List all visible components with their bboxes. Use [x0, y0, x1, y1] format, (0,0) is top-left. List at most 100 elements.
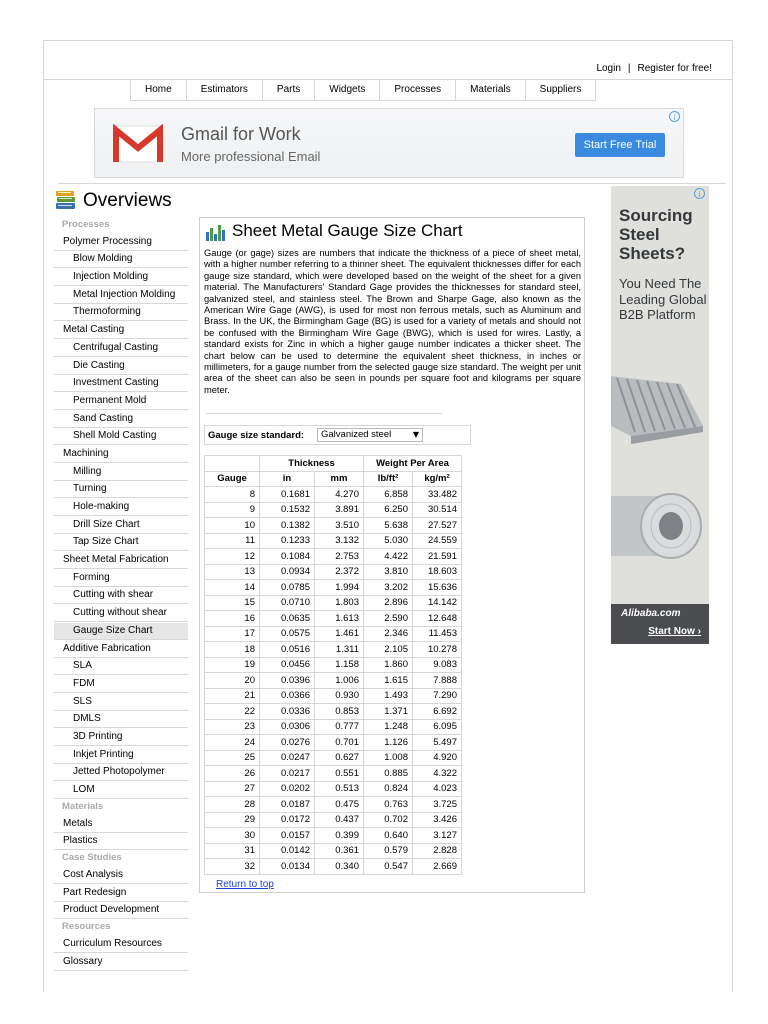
sidebar-item-shell-mold-casting[interactable]: Shell Mold Casting: [54, 428, 188, 446]
sidebar-item-additive-fabrication[interactable]: Additive Fabrication: [54, 641, 188, 658]
table-row: 25 0.0247 0.627 1.008 4.920: [204, 749, 462, 766]
sidebar-item-tap-size-chart[interactable]: Tap Size Chart: [54, 534, 188, 552]
sidebar-item-metal-casting[interactable]: Metal Casting: [54, 322, 188, 340]
table-cell: 15: [204, 594, 260, 611]
table-cell: 18: [204, 641, 260, 658]
table-cell: 1.613: [314, 610, 364, 627]
sidebar-item-cutting-with-shear[interactable]: Cutting with shear: [54, 587, 188, 605]
table-cell: 0.0635: [259, 610, 315, 627]
table-cell: 21.591: [412, 548, 462, 565]
sidebar-item-forming[interactable]: Forming: [54, 570, 188, 587]
nav-materials[interactable]: Materials: [456, 79, 526, 101]
table-cell: 22: [204, 703, 260, 720]
sidebar-item-centrifugal-casting[interactable]: Centrifugal Casting: [54, 340, 188, 357]
table-cell: 4.422: [363, 548, 413, 565]
page-title: Sheet Metal Gauge Size Chart: [232, 221, 463, 240]
sidebar-item-fdm[interactable]: FDM: [54, 676, 188, 693]
sidebar-item-cost-analysis[interactable]: Cost Analysis: [54, 867, 188, 885]
banner-ad-title: Gmail for Work: [181, 124, 301, 144]
sidebar-item-3d-printing[interactable]: 3D Printing: [54, 729, 188, 746]
sidebar-item-sls[interactable]: SLS: [54, 694, 188, 711]
sidebar-item-lom[interactable]: LOM: [54, 782, 188, 799]
overviews-title: Overviews: [83, 190, 172, 211]
gauge-standard-value: Galvanized steel: [321, 429, 392, 440]
sidebar-item-part-redesign[interactable]: Part Redesign: [54, 885, 188, 902]
table-row: 10 0.1382 3.510 5.638 27.527: [204, 517, 462, 534]
sidebar-item-milling[interactable]: Milling: [54, 464, 188, 481]
login-link[interactable]: Login: [596, 63, 620, 74]
table-cell: 0.0396: [259, 672, 315, 689]
ad-info-icon[interactable]: i: [669, 111, 680, 122]
table-cell: 2.828: [412, 842, 462, 859]
banner-ad[interactable]: Gmail for Work More professional Email S…: [94, 108, 684, 178]
table-cell: 0.0934: [259, 563, 315, 580]
sidebar-section-label: Case Studies: [62, 852, 122, 864]
sidebar-item-sla[interactable]: SLA: [54, 658, 188, 676]
sidebar-item-permanent-mold[interactable]: Permanent Mold: [54, 393, 188, 410]
table-row: 22 0.0336 0.853 1.371 6.692: [204, 703, 462, 720]
sidebar: Processes Polymer Processing Blow Molding I…: [54, 217, 188, 971]
sidebar-item-gauge-size-chart[interactable]: Gauge Size Chart: [54, 622, 188, 640]
table-cell: 0.0306: [259, 718, 315, 735]
sidebar-item-inkjet-printing[interactable]: Inkjet Printing: [54, 747, 188, 764]
nav-parts[interactable]: Parts: [262, 79, 316, 101]
table-cell: 0.0217: [259, 765, 315, 782]
sidebar-item-die-casting[interactable]: Die Casting: [54, 358, 188, 375]
sidebar-item-metals[interactable]: Metals: [54, 816, 188, 833]
sidebar-item-product-development[interactable]: Product Development: [54, 902, 188, 920]
page-frame: Login | Register for free! Home Estimators…: [43, 40, 733, 992]
register-link[interactable]: Register for free!: [638, 63, 712, 74]
table-cell: 0.0456: [259, 656, 315, 673]
start-free-trial-button[interactable]: Start Free Trial: [575, 133, 665, 157]
sidebar-item-turning[interactable]: Turning: [54, 481, 188, 499]
sidebar-item-hole-making[interactable]: Hole-making: [54, 499, 188, 516]
sidebar-item-curriculum-resources[interactable]: Curriculum Resources: [54, 936, 188, 954]
ad-info-icon[interactable]: i: [694, 188, 705, 199]
sidebar-item-sand-casting[interactable]: Sand Casting: [54, 411, 188, 428]
sidebar-item-blow-molding[interactable]: Blow Molding: [54, 251, 188, 269]
table-row: 15 0.0710 1.803 2.896 14.142: [204, 594, 462, 611]
table-cell: 6.858: [363, 486, 413, 503]
table-cell: 24.559: [412, 532, 462, 549]
gauge-standard-select[interactable]: Galvanized steel ▼: [317, 428, 423, 442]
return-to-top-link[interactable]: Return to top: [216, 879, 274, 890]
nav-processes[interactable]: Processes: [380, 79, 457, 101]
table-cell: 0.930: [314, 687, 364, 704]
sidebar-item-machining[interactable]: Machining: [54, 446, 188, 463]
table-cell: 3.127: [412, 827, 462, 844]
side-ad[interactable]: Sourcing Steel Sheets? You Need The Lead…: [611, 186, 709, 644]
nav-widgets[interactable]: Widgets: [315, 79, 381, 101]
sidebar-item-plastics[interactable]: Plastics: [54, 833, 188, 851]
sidebar-item-injection-molding[interactable]: Injection Molding: [54, 269, 188, 287]
table-cell: 0.513: [314, 780, 364, 797]
sidebar-item-sheet-metal-fabrication[interactable]: Sheet Metal Fabrication: [54, 552, 188, 570]
table-column-header: kg/m²: [412, 470, 462, 487]
sidebar-item-cutting-without-shear[interactable]: Cutting without shear: [54, 605, 188, 623]
table-row: 18 0.0516 1.311 2.105 10.278: [204, 641, 462, 658]
table-row: 28 0.0187 0.475 0.763 3.725: [204, 796, 462, 813]
sidebar-item-glossary[interactable]: Glossary: [54, 954, 188, 971]
table-cell: 0.0142: [259, 842, 315, 859]
table-cell: 0.702: [363, 811, 413, 828]
steel-coil-image: [611, 476, 709, 576]
sidebar-item-jetted-photopolymer[interactable]: Jetted Photopolymer: [54, 764, 188, 782]
chevron-down-icon: ▼: [412, 430, 419, 439]
sidebar-item-polymer-processing[interactable]: Polymer Processing: [54, 234, 188, 251]
table-cell: 6.692: [412, 703, 462, 720]
table-cell: 1.371: [363, 703, 413, 720]
table-cell: 6.095: [412, 718, 462, 735]
table-cell: 1.311: [314, 641, 364, 658]
sidebar-item-investment-casting[interactable]: Investment Casting: [54, 375, 188, 393]
table-cell: 0.0336: [259, 703, 315, 720]
nav-estimators[interactable]: Estimators: [186, 79, 263, 101]
sidebar-item-thermoforming[interactable]: Thermoforming: [54, 304, 188, 322]
table-cell: 0.0157: [259, 827, 315, 844]
sidebar-item-metal-injection-molding[interactable]: Metal Injection Molding: [54, 287, 188, 304]
sidebar-item-drill-size-chart[interactable]: Drill Size Chart: [54, 517, 188, 534]
sidebar-item-dmls[interactable]: DMLS: [54, 711, 188, 729]
table-group-header: Weight Per Area: [363, 455, 462, 472]
nav-home[interactable]: Home: [131, 79, 187, 101]
start-now-button[interactable]: Start Now ›: [648, 626, 701, 637]
nav-suppliers[interactable]: Suppliers: [525, 79, 597, 101]
table-cell: 2.590: [363, 610, 413, 627]
